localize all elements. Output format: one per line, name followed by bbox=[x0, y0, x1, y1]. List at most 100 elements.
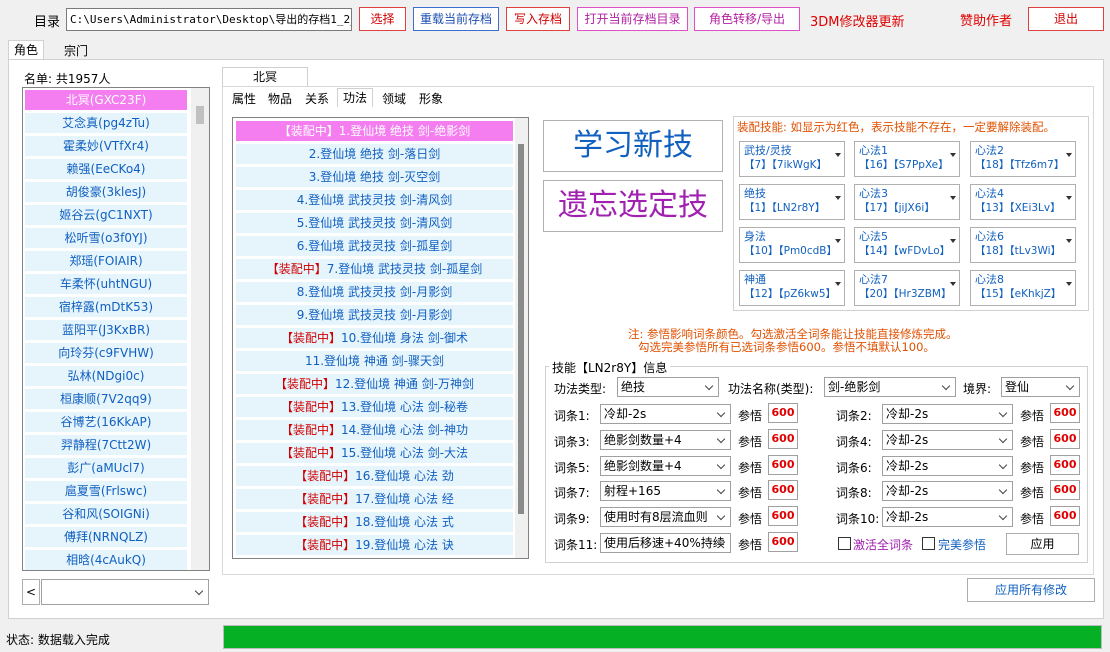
entry-select[interactable]: 冷却-2s bbox=[882, 481, 1013, 501]
skill-item[interactable]: 【装配中】15.登仙境 心法 剑-大法 bbox=[236, 443, 513, 463]
entry-select[interactable]: 冷却-2s bbox=[882, 430, 1013, 450]
roster-item[interactable]: 郑瑶(FOIAIR) bbox=[25, 251, 187, 271]
roster-item[interactable]: 桓康顺(7V2qq9) bbox=[25, 389, 187, 409]
equip-slot-select[interactable]: 心法7 【20】【Hr3ZBM】 bbox=[854, 270, 960, 306]
activate-all-checkbox[interactable] bbox=[838, 537, 851, 550]
equip-slot-select[interactable]: 神通 【12】【pZ6kw5】 bbox=[739, 270, 845, 306]
roster-back-button[interactable]: < bbox=[22, 579, 40, 605]
learn-skill-button[interactable]: 学习新技 bbox=[543, 120, 723, 172]
roster-scrollbar[interactable] bbox=[191, 88, 209, 570]
entry-select[interactable]: 使用时有8层流血则 bbox=[600, 507, 731, 527]
equip-slot-select[interactable]: 心法3 【17】【jiJX6i】 bbox=[854, 184, 960, 220]
insight-input[interactable]: 600 bbox=[1050, 403, 1080, 423]
roster-item[interactable]: 弘林(NDgi0c) bbox=[25, 366, 187, 386]
skill-item[interactable]: 【装配中】10.登仙境 身法 剑-御术 bbox=[236, 328, 513, 348]
skill-list[interactable]: 【装配中】1.登仙境 绝技 剑-绝影剑 2.登仙境 绝技 剑-落日剑 3.登仙境 绝… bbox=[232, 117, 529, 559]
skill-item[interactable]: 3.登仙境 绝技 剑-灭空剑 bbox=[236, 167, 513, 187]
tab-attributes[interactable]: 属性 bbox=[226, 89, 262, 108]
save-path-input[interactable]: C:\Users\Administrator\Desktop\导出的存档1_2_… bbox=[66, 8, 352, 31]
equip-slot-select[interactable]: 武技/灵技 【7】【7ikWgK】 bbox=[739, 141, 845, 177]
activate-all-label[interactable]: 激活全词条 bbox=[853, 536, 913, 553]
update-link[interactable]: 3DM修改器更新 bbox=[810, 11, 905, 30]
entry-select[interactable]: 绝影剑数量+4 bbox=[600, 430, 731, 450]
skill-item[interactable]: 【装配中】13.登仙境 心法 剑-秘卷 bbox=[236, 397, 513, 417]
equip-slot-select[interactable]: 心法2 【18】【Tfz6m7】 bbox=[970, 141, 1076, 177]
open-save-dir-button[interactable]: 打开当前存档目录 bbox=[577, 7, 688, 31]
insight-input[interactable]: 600 bbox=[1050, 429, 1080, 449]
roster-item[interactable]: 姬谷云(gC1NXT) bbox=[25, 205, 187, 225]
skill-item[interactable]: 【装配中】18.登仙境 心法 式 bbox=[236, 512, 513, 532]
skill-item[interactable]: 【装配中】17.登仙境 心法 经 bbox=[236, 489, 513, 509]
insight-input[interactable]: 600 bbox=[1050, 506, 1080, 526]
skill-item[interactable]: 11.登仙境 神通 剑-骤天剑 bbox=[236, 351, 513, 371]
tab-skills[interactable]: 功法 bbox=[337, 88, 374, 107]
roster-filter-select[interactable] bbox=[41, 579, 209, 605]
forget-skill-button[interactable]: 遗忘选定技 bbox=[543, 180, 723, 232]
entry-select[interactable]: 使用后移速+40%持续 bbox=[600, 533, 731, 553]
skill-item[interactable]: 5.登仙境 武技灵技 剑-清风剑 bbox=[236, 213, 513, 233]
roster-scroll-thumb[interactable] bbox=[196, 106, 204, 124]
equip-slot-select[interactable]: 心法5 【14】【wFDvLo】 bbox=[854, 227, 960, 263]
skill-item[interactable]: 6.登仙境 武技灵技 剑-孤星剑 bbox=[236, 236, 513, 256]
equip-slot-select[interactable]: 心法1 【16】【S7PpXe】 bbox=[854, 141, 960, 177]
equip-slot-select[interactable]: 绝技 【1】【LN2r8Y】 bbox=[739, 184, 845, 220]
roster-item[interactable]: 松听雪(o3f0YJ) bbox=[25, 228, 187, 248]
perfect-insight-checkbox[interactable] bbox=[922, 537, 935, 550]
skill-item[interactable]: 2.登仙境 绝技 剑-落日剑 bbox=[236, 144, 513, 164]
tab-appearance[interactable]: 形象 bbox=[413, 89, 449, 108]
insight-input[interactable]: 600 bbox=[768, 403, 798, 423]
roster-item[interactable]: 霍柔妙(VTfXr4) bbox=[25, 136, 187, 156]
roster-item[interactable]: 谷和风(SOIGNi) bbox=[25, 504, 187, 524]
entry-select[interactable]: 绝影剑数量+4 bbox=[600, 456, 731, 476]
entry-select[interactable]: 冷却-2s bbox=[882, 456, 1013, 476]
insight-input[interactable]: 600 bbox=[768, 532, 798, 552]
realm-select[interactable]: 登仙 bbox=[1001, 377, 1080, 397]
equip-slot-select[interactable]: 心法6 【18】【tLv3Wi】 bbox=[970, 227, 1076, 263]
insight-input[interactable]: 600 bbox=[768, 506, 798, 526]
roster-item[interactable]: 宿梓露(mDtK53) bbox=[25, 297, 187, 317]
roster-list[interactable]: 北冥(GXC23F) 艾念真(pg4zTu) 霍柔妙(VTfXr4) 赖强(EeCKo… bbox=[22, 87, 210, 571]
transfer-export-button[interactable]: 角色转移/导出 bbox=[694, 7, 800, 31]
write-save-button[interactable]: 写入存档 bbox=[506, 7, 570, 31]
apply-all-button[interactable]: 应用所有修改 bbox=[967, 578, 1095, 602]
insight-input[interactable]: 600 bbox=[768, 480, 798, 500]
sponsor-link[interactable]: 赞助作者 bbox=[960, 10, 1012, 29]
tab-sect[interactable]: 宗门 bbox=[58, 41, 94, 60]
skill-item[interactable]: 【装配中】1.登仙境 绝技 剑-绝影剑 bbox=[236, 121, 513, 141]
tab-items[interactable]: 物品 bbox=[262, 89, 298, 108]
tab-domain[interactable]: 领域 bbox=[376, 89, 412, 108]
apply-button[interactable]: 应用 bbox=[1006, 533, 1079, 555]
tab-character[interactable]: 角色 bbox=[8, 40, 45, 60]
roster-item[interactable]: 车柔怀(uhtNGU) bbox=[25, 274, 187, 294]
tab-char-name[interactable]: 北冥(GXC23F) bbox=[222, 67, 308, 102]
roster-item[interactable]: 傅拜(NRNQLZ) bbox=[25, 527, 187, 547]
equip-slot-select[interactable]: 心法4 【13】【XEi3Lv】 bbox=[970, 184, 1076, 220]
equip-slot-select[interactable]: 心法8 【15】【eKhkjZ】 bbox=[970, 270, 1076, 306]
roster-item[interactable]: 谷博艺(16KkAP) bbox=[25, 412, 187, 432]
skill-item[interactable]: 【装配中】12.登仙境 神通 剑-万神剑 bbox=[236, 374, 513, 394]
skill-item[interactable]: 8.登仙境 武技灵技 剑-月影剑 bbox=[236, 282, 513, 302]
skill-item[interactable]: 【装配中】16.登仙境 心法 劲 bbox=[236, 466, 513, 486]
skill-item[interactable]: 4.登仙境 武技灵技 剑-清风剑 bbox=[236, 190, 513, 210]
entry-select[interactable]: 冷却-2s bbox=[882, 404, 1013, 424]
select-button[interactable]: 选择 bbox=[359, 7, 406, 31]
roster-item[interactable]: 羿静程(7Ctt2W) bbox=[25, 435, 187, 455]
skill-item[interactable]: 【装配中】7.登仙境 武技灵技 剑-孤星剑 bbox=[236, 259, 513, 279]
entry-select[interactable]: 冷却-2s bbox=[882, 507, 1013, 527]
roster-item[interactable]: 北冥(GXC23F) bbox=[25, 90, 187, 110]
skill-item[interactable]: 【装配中】14.登仙境 心法 剑-神功 bbox=[236, 420, 513, 440]
skill-name-select[interactable]: 剑-绝影剑 bbox=[824, 377, 956, 397]
roster-item[interactable]: 相晗(4cAukQ) bbox=[25, 550, 187, 570]
perfect-insight-label[interactable]: 完美参悟 bbox=[938, 536, 986, 553]
skill-scroll-thumb[interactable] bbox=[518, 144, 524, 514]
roster-item[interactable]: 艾念真(pg4zTu) bbox=[25, 113, 187, 133]
roster-item[interactable]: 扈夏雪(Frlswc) bbox=[25, 481, 187, 501]
tab-relations[interactable]: 关系 bbox=[299, 89, 335, 108]
exit-button[interactable]: 退出 bbox=[1028, 7, 1104, 31]
insight-input[interactable]: 600 bbox=[768, 429, 798, 449]
insight-input[interactable]: 600 bbox=[768, 455, 798, 475]
equip-slot-select[interactable]: 身法 【10】【Pm0cdB】 bbox=[739, 227, 845, 263]
skill-scrollbar[interactable] bbox=[515, 118, 528, 558]
insight-input[interactable]: 600 bbox=[1050, 455, 1080, 475]
skill-type-select[interactable]: 绝技 bbox=[617, 377, 719, 397]
